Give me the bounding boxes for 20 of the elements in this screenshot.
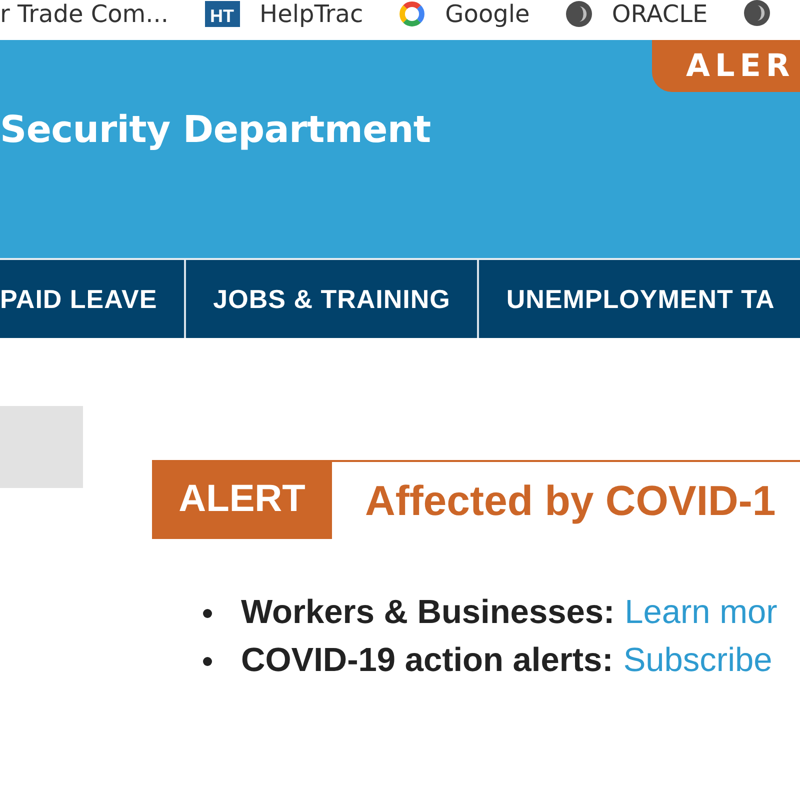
disc-icon (566, 1, 592, 27)
disc-icon (744, 0, 770, 26)
alert-heading: Affected by COVID-1 (365, 476, 776, 526)
bullet-icon (203, 656, 212, 666)
alert-badge: ALERT (152, 460, 332, 539)
site-title: Security Department (0, 108, 431, 152)
item-label: COVID-19 action alerts: (241, 642, 614, 680)
bookmark-link[interactable]: ORACLE (566, 0, 708, 28)
logo-tile: HT (204, 1, 240, 27)
bullet-icon (203, 608, 212, 618)
nav-link[interactable]: JOBS & TRAINING (186, 260, 480, 338)
bookmark-link[interactable]: r Trade Com... (0, 0, 169, 28)
ring-icon (399, 1, 426, 27)
item-label: Workers & Businesses: (241, 594, 615, 632)
bookmark-link[interactable]: HT HelpTrac (204, 0, 364, 28)
nav-link[interactable]: PAID LEAVE (0, 260, 186, 338)
bookmark-link[interactable] (744, 0, 770, 26)
nav-link[interactable]: UNEMPLOYMENT TA (479, 260, 800, 338)
alert-tab[interactable]: ALER (652, 40, 800, 92)
bookmark-link[interactable]: Google (399, 0, 530, 28)
